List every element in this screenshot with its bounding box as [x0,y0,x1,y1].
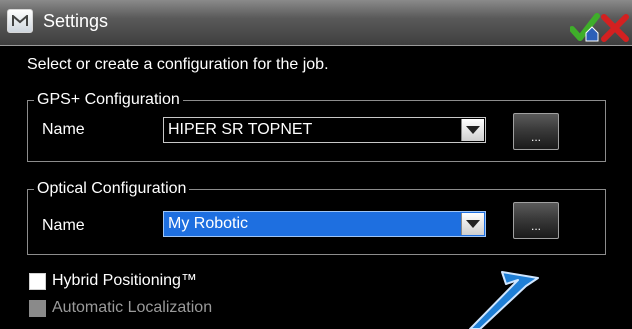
app-menu-icon[interactable] [7,9,33,33]
gps-browse-button[interactable]: ... [513,113,559,150]
hybrid-positioning-label: Hybrid Positioning™ [52,272,197,289]
optical-browse-label: ... [530,219,541,233]
optical-dropdown-button[interactable] [461,213,484,235]
automatic-localization-label: Automatic Localization [52,299,213,316]
optical-configuration-group: Optical Configuration Name My Robotic ..… [27,179,606,255]
chevron-down-icon [466,126,480,134]
gps-config-dropdown[interactable]: HIPER SR TOPNET [163,117,486,143]
title-bar: Settings [0,0,632,46]
gps-browse-label: ... [530,130,541,144]
ok-button[interactable] [569,13,600,43]
optical-browse-button[interactable]: ... [513,202,559,239]
gps-config-value: HIPER SR TOPNET [168,121,313,138]
optical-config-dropdown[interactable]: My Robotic [163,211,486,237]
hybrid-positioning-checkbox[interactable] [29,273,46,290]
m-glyph-icon [12,15,28,26]
close-icon [601,14,629,42]
automatic-localization-checkbox [29,300,46,317]
window-title: Settings [43,11,109,31]
instruction-text: Select or create a configuration for the… [27,56,329,73]
check-with-house-icon [569,13,600,42]
optical-name-label: Name [42,217,85,234]
gps-name-label: Name [42,121,85,138]
optical-config-value: My Robotic [168,215,249,232]
chevron-down-icon [466,220,480,228]
gps-group-legend: GPS+ Configuration [34,90,183,110]
gps-configuration-group: GPS+ Configuration Name HIPER SR TOPNET … [27,90,606,162]
close-button[interactable] [600,13,630,43]
gps-dropdown-button[interactable] [461,119,484,141]
optical-group-legend: Optical Configuration [34,179,190,199]
blue-arrow-icon [469,271,539,329]
